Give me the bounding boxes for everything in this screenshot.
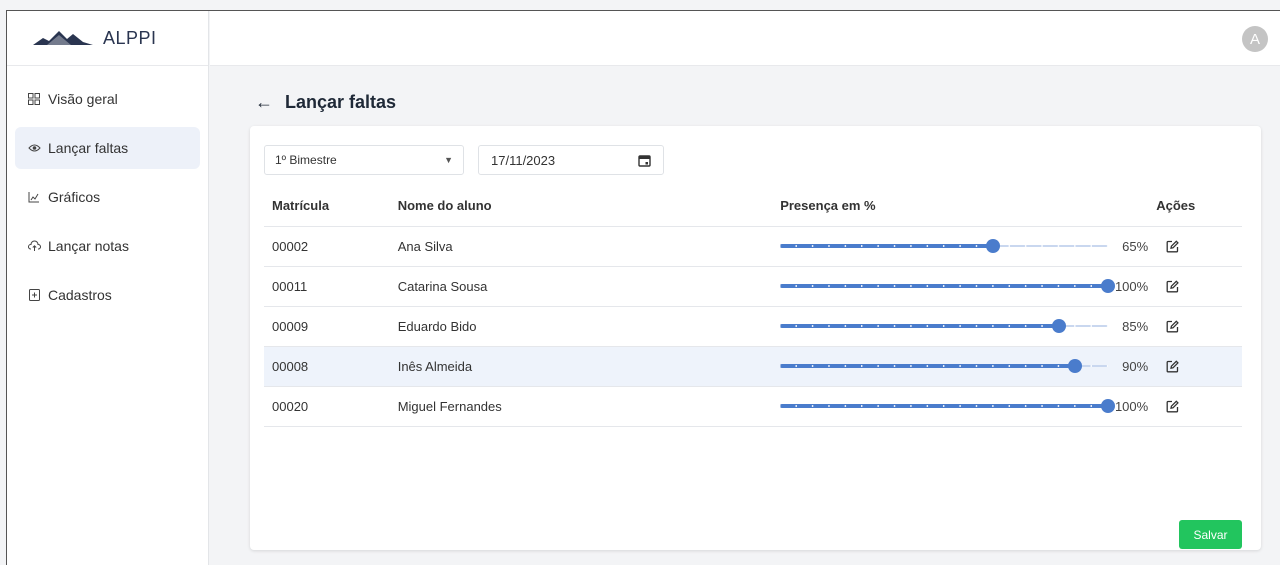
cell-presence: 100% [772,266,1149,307]
period-select-value: 1º Bimestre [275,153,337,167]
attendance-table: Matrícula Nome do aluno Presença em % Aç… [264,186,1242,427]
cell-actions [1148,306,1242,347]
slider-ticks [780,365,1109,367]
presence-slider[interactable] [780,238,1109,254]
slider-ticks [780,285,1109,287]
cell-name: Ana Silva [389,226,773,267]
attendance-card: 1º Bimestre ▼ 17/11/2023 Matrícula Nome … [250,126,1261,550]
cell-id: 00002 [264,226,390,267]
table-header-row: Matrícula Nome do aluno Presença em % Aç… [264,186,1242,227]
sidebar-item-label: Lançar faltas [48,140,129,156]
slider-ticks [780,245,1109,247]
presence-slider[interactable] [780,278,1116,294]
brand[interactable]: ALPPI [7,11,208,66]
sidebar-item-label: Gráficos [48,189,101,205]
presence-value: 85% [1122,318,1149,334]
cell-presence: 90% [772,346,1149,387]
edit-icon[interactable] [1156,359,1242,373]
page-header: ← Lançar faltas [255,92,396,113]
table-row: 00011 Catarina Sousa 100% [264,266,1242,307]
cell-id: 00009 [264,306,390,347]
sidebar-item-cadastros[interactable]: Cadastros [15,274,200,316]
sidebar: ALPPI Visão geral Lançar faltas Gráficos [7,11,209,565]
cell-id: 00020 [264,386,390,427]
presence-slider[interactable] [780,398,1116,414]
cell-name: Inês Almeida [389,346,773,387]
cell-presence: 100% [772,386,1149,427]
column-header-id: Matrícula [264,186,390,227]
table-row: 00020 Miguel Fernandes 100% [264,386,1242,427]
cell-actions [1148,226,1242,267]
top-bar: A [210,11,1280,66]
sidebar-item-label: Cadastros [48,287,112,303]
presence-slider[interactable] [780,358,1109,374]
sidebar-item-lancar-notas[interactable]: Lançar notas [15,225,200,267]
cell-id: 00008 [264,346,390,387]
user-avatar[interactable]: A [1242,26,1268,52]
filters: 1º Bimestre ▼ 17/11/2023 [264,145,664,175]
presence-slider[interactable] [780,318,1109,334]
slider-ticks [780,405,1109,407]
cell-presence: 65% [772,226,1149,267]
cell-actions [1148,266,1242,307]
sidebar-nav: Visão geral Lançar faltas Gráficos Lança… [7,66,208,316]
sidebar-item-visao-geral[interactable]: Visão geral [15,78,200,120]
presence-value: 90% [1122,358,1149,374]
cell-name: Eduardo Bido [389,306,773,347]
add-document-icon [27,288,41,302]
column-header-actions: Ações [1148,186,1242,227]
slider-thumb[interactable] [1052,319,1066,333]
chart-icon [27,190,41,204]
edit-icon[interactable] [1156,319,1242,333]
presence-value: 65% [1122,238,1149,254]
cell-name: Catarina Sousa [389,266,773,307]
cell-name: Miguel Fernandes [389,386,773,427]
sidebar-item-label: Visão geral [48,91,118,107]
mountain-logo-icon [33,25,93,52]
slider-thumb[interactable] [1068,359,1083,373]
table-row: 00009 Eduardo Bido 85% [264,306,1242,347]
save-button[interactable]: Salvar [1179,520,1242,549]
sidebar-item-graficos[interactable]: Gráficos [15,176,200,218]
edit-icon[interactable] [1156,279,1242,293]
period-select[interactable]: 1º Bimestre ▼ [264,145,464,175]
edit-icon[interactable] [1156,399,1242,413]
table-row: 00002 Ana Silva 65% [264,226,1242,267]
eye-icon [27,141,41,155]
cell-presence: 85% [772,306,1149,347]
cell-actions [1148,386,1242,427]
page-title: Lançar faltas [285,92,397,112]
cell-id: 00011 [264,266,390,307]
caret-down-icon: ▼ [444,155,453,165]
column-header-presence: Presença em % [772,186,1149,227]
brand-name: ALPPI [103,27,157,48]
slider-thumb[interactable] [986,239,1001,253]
cell-actions [1148,346,1242,387]
back-arrow-icon[interactable]: ← [255,92,273,113]
sidebar-item-lancar-faltas[interactable]: Lançar faltas [15,127,200,169]
app-frame: ALPPI Visão geral Lançar faltas Gráficos [6,10,1280,565]
date-input-value: 17/11/2023 [491,152,556,168]
edit-icon[interactable] [1156,239,1242,253]
grid-icon [27,92,41,106]
upload-icon [27,239,41,253]
calendar-icon[interactable] [638,154,651,167]
column-header-name: Nome do aluno [389,186,773,227]
date-input[interactable]: 17/11/2023 [478,145,664,175]
table-row: 00008 Inês Almeida 90% [264,346,1242,387]
sidebar-item-label: Lançar notas [48,238,129,254]
